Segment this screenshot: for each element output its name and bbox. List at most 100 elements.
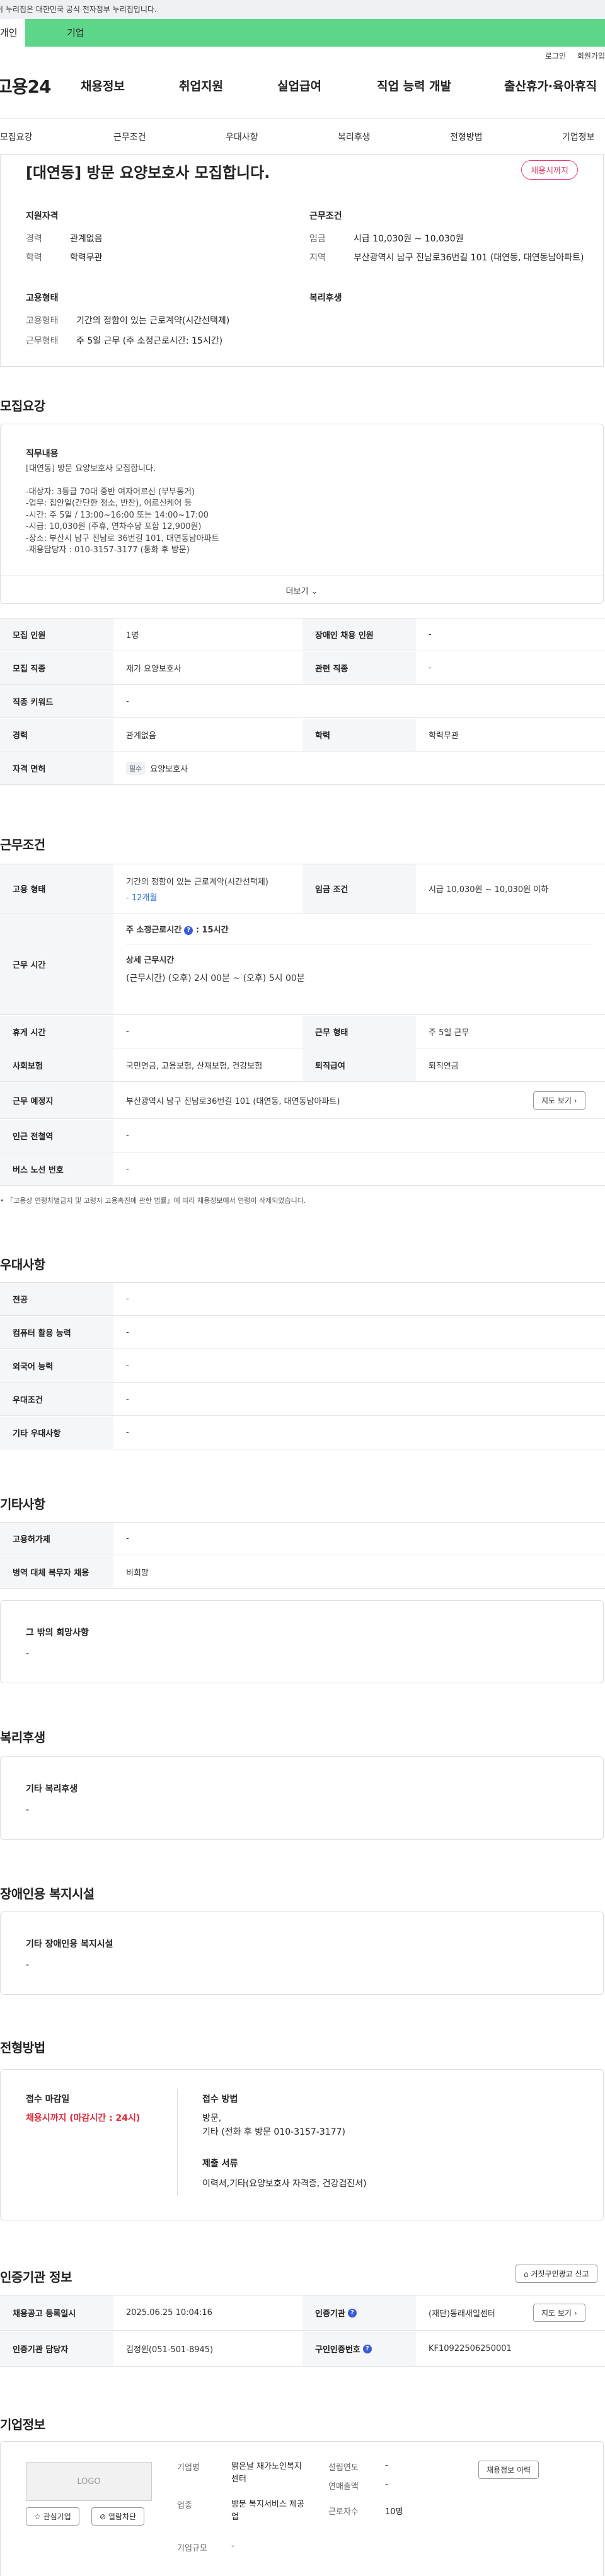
table-row: 근무 시간 주 소정근로시간? : 15시간 상세 근무시간 (근무시간) (오… bbox=[0, 914, 605, 1015]
company-scale: - bbox=[231, 2541, 234, 2551]
page-title: [대연동] 방문 요양보호사 모집합니다. bbox=[26, 164, 270, 182]
emp-type: 고용형태 기간의 정함이 있는 근로계약(시간선택제) bbox=[26, 316, 230, 326]
qual-career: 경력 관계없음 bbox=[26, 234, 103, 244]
company-industry: 방문 복지서비스 제공업 bbox=[231, 2500, 304, 2522]
welfare-title-summary: 복리후생 bbox=[309, 293, 342, 303]
info-icon[interactable]: ? bbox=[347, 2308, 357, 2318]
table-row: 우대조건 - bbox=[0, 1383, 605, 1416]
gnb-employment-support[interactable]: 취업지원 bbox=[179, 77, 223, 94]
hours-detail: (근무시간) (오후) 2시 00분 ~ (오후) 5시 00분 bbox=[126, 973, 305, 983]
table-row: 병역 대체 복무자 채용 비희망 bbox=[0, 1556, 605, 1589]
emp-form: 근무형태 주 5일 근무 (주 소정근로시간: 15시간) bbox=[26, 336, 223, 346]
company-name: 맑은날 재가노인복지센터 bbox=[231, 2462, 302, 2484]
section-title-agency: 인증기관 정보 bbox=[0, 2270, 72, 2285]
tab-personal[interactable]: 개인 bbox=[0, 19, 25, 47]
job-summary-card: [대연동] 방문 요양보호사 모집합니다. 채용시까지 지원자격 경력 관계없음 … bbox=[0, 155, 604, 367]
util-links: 로그인 회원가입 bbox=[0, 47, 605, 66]
portal-tabs: 개인 기업 bbox=[0, 19, 605, 47]
cond-wage: 임금 시급 10,030원 ~ 10,030원 bbox=[309, 234, 464, 244]
table-row: 자격 면허 필수 요양보호사 bbox=[0, 752, 605, 785]
company-employees: 10명 bbox=[385, 2507, 403, 2517]
company-box: LOGO ☆ 관심기업 ⊘ 열람차단 기업명 맑은날 재가노인복지센터 업종 방… bbox=[0, 2441, 604, 2576]
section-nav: 모집요강 근무조건 우대사항 복리후생 전형방법 기업정보 bbox=[0, 119, 605, 155]
table-row: 채용공고 등록일시 2025.06.25 10:04:16 인증기관? (재단)… bbox=[0, 2295, 605, 2331]
snav-recruit[interactable]: 모집요강 bbox=[0, 131, 33, 143]
company-logo: LOGO bbox=[26, 2462, 152, 2501]
block-view-button[interactable]: ⊘ 열람차단 bbox=[91, 2507, 145, 2526]
gnb-parental-leave[interactable]: 출산휴가·육아휴직 bbox=[504, 77, 597, 94]
table-row: 경력 관계없음 학력 학력무관 bbox=[0, 719, 605, 751]
signup-link[interactable]: 회원가입 bbox=[577, 52, 605, 61]
section-title-pref: 우대사항 bbox=[0, 1257, 45, 1272]
brand-logo[interactable]: 고용24 bbox=[0, 73, 51, 98]
table-row: 사회보험 국민연금, 고용보험, 산재보험, 건강보험 퇴직급여 퇴직연금 bbox=[0, 1049, 605, 1082]
block-icon: ⊘ bbox=[100, 2512, 107, 2521]
selection-divider bbox=[177, 2089, 178, 2196]
table-row: 컴퓨터 활용 능력 - bbox=[0, 1316, 605, 1349]
gnb-vocational-training[interactable]: 직업 능력 개발 bbox=[377, 77, 451, 94]
cond-title: 근무조건 bbox=[309, 211, 342, 221]
section-title-selection: 전형방법 bbox=[0, 2040, 45, 2055]
disability-box: 기타 장애인용 복지시설 - bbox=[0, 1912, 604, 1995]
qual-education: 학력 학력무관 bbox=[26, 253, 103, 263]
table-row: 버스 노선 번호 - bbox=[0, 1153, 605, 1186]
gnb-unemployment-benefit[interactable]: 실업급여 bbox=[277, 77, 321, 94]
duty-text: [대연동] 방문 요양보호사 모집합니다. -대상자: 3등급 70대 중반 여… bbox=[26, 464, 219, 555]
table-row: 기타 우대사항 - bbox=[0, 1417, 605, 1449]
map-button-agency[interactable]: 지도 보기 › bbox=[533, 2304, 585, 2322]
more-button[interactable]: 더보기 ⌄ bbox=[1, 584, 603, 596]
hiring-history-button[interactable]: 채용정보 이력 bbox=[478, 2461, 539, 2479]
cond-region: 지역 부산광역시 남구 진남로36번길 101 (대연동, 대연동남아파트) bbox=[309, 253, 584, 263]
table-row: 인증기관 담당자 김정원(051-501-8945) 구인인증번호? KF109… bbox=[0, 2331, 605, 2367]
deadline-value: 채용시까지 (마감시간 : 24시) bbox=[26, 2113, 141, 2123]
hours-detail-title: 상세 근무시간 bbox=[126, 956, 175, 965]
table-row: 인근 전철역 - bbox=[0, 1120, 605, 1152]
snav-pref[interactable]: 우대사항 bbox=[226, 131, 258, 143]
etc-box: 그 밖의 희망사항 - bbox=[0, 1600, 604, 1683]
gov-banner: 이 누리집은 대한민국 공식 전자정부 누리집입니다. bbox=[0, 0, 605, 19]
table-row: 직종 키워드 - bbox=[0, 685, 605, 718]
tab-company[interactable]: 기업 bbox=[25, 19, 605, 47]
emp-value: 기간의 정함이 있는 근로계약(시간선택제) bbox=[126, 877, 268, 887]
selection-box: 접수 마감일 채용시까지 (마감시간 : 24시) 접수 방법 방문, 기타 (… bbox=[0, 2069, 604, 2220]
login-link[interactable]: 로그인 bbox=[545, 52, 566, 61]
snav-selection[interactable]: 전형방법 bbox=[450, 131, 483, 143]
emp-period: - 12개월 bbox=[126, 893, 158, 903]
method-value: 방문, 기타 (전화 후 방문 010-3157-3177) bbox=[202, 2113, 345, 2137]
table-row: 고용 형태 기간의 정함이 있는 근로계약(시간선택제) - 12개월 임금 조… bbox=[0, 864, 605, 914]
info-icon[interactable]: ? bbox=[362, 2344, 372, 2353]
snav-welfare[interactable]: 복리후생 bbox=[338, 131, 371, 143]
table-row: 근무 예정지 부산광역시 남구 진남로36번길 101 (대연동, 대연동남아파… bbox=[0, 1082, 605, 1119]
weekly-hours: 주 소정근로시간? : 15시간 bbox=[126, 925, 229, 935]
company-founded: - bbox=[385, 2461, 388, 2470]
map-button-work[interactable]: 지도 보기 › bbox=[533, 1091, 585, 1110]
duty-box: 직무내용 [대연동] 방문 요양보호사 모집합니다. -대상자: 3등급 70대… bbox=[0, 424, 604, 604]
info-icon[interactable]: ? bbox=[184, 925, 193, 935]
section-title-company: 기업정보 bbox=[0, 2417, 45, 2432]
report-fake-ad-button[interactable]: ⌂ 거짓구인광고 신고 bbox=[516, 2265, 597, 2283]
company-sales: - bbox=[385, 2480, 388, 2489]
table-row: 모집 인원 1명 장애인 채용 인원 - bbox=[0, 618, 605, 651]
age-notice: • 「고용상 연령차별금지 및 고령자 고용촉진에 관한 법률」에 따라 채용정… bbox=[0, 1197, 306, 1205]
section-title-work: 근무조건 bbox=[0, 837, 45, 852]
global-nav: 고용24 채용정보 취업지원 실업급여 직업 능력 개발 출산휴가·육아휴직 bbox=[0, 66, 605, 105]
duty-label: 직무내용 bbox=[26, 449, 59, 459]
deadline-badge: 채용시까지 bbox=[521, 160, 578, 180]
license-value: 요양보호사 bbox=[150, 765, 188, 774]
snav-company[interactable]: 기업정보 bbox=[562, 131, 595, 143]
docs-value: 이력서,기타(요양보호사 자격증, 건강검진서) bbox=[202, 2179, 367, 2189]
table-row: 모집 직종 재가 요양보호사 관련 직종 - bbox=[0, 652, 605, 685]
section-title-other: 기타사항 bbox=[0, 1497, 45, 1512]
section-title-welfare: 복리후생 bbox=[0, 1730, 45, 1745]
table-row: 외국어 능력 - bbox=[0, 1350, 605, 1383]
chevron-down-icon: ⌄ bbox=[311, 587, 318, 596]
section-title-recruit: 모집요강 bbox=[0, 398, 45, 414]
snav-work[interactable]: 근무조건 bbox=[113, 131, 146, 143]
favorite-company-button[interactable]: ☆ 관심기업 bbox=[26, 2507, 79, 2526]
gnb-job-info[interactable]: 채용정보 bbox=[81, 77, 125, 94]
emp-title: 고용형태 bbox=[26, 293, 59, 303]
table-row: 전공 - bbox=[0, 1283, 605, 1316]
table-row: 고용허가제 - bbox=[0, 1523, 605, 1555]
welfare-box: 기타 복리후생 - bbox=[0, 1756, 604, 1840]
required-tag: 필수 bbox=[126, 762, 146, 775]
